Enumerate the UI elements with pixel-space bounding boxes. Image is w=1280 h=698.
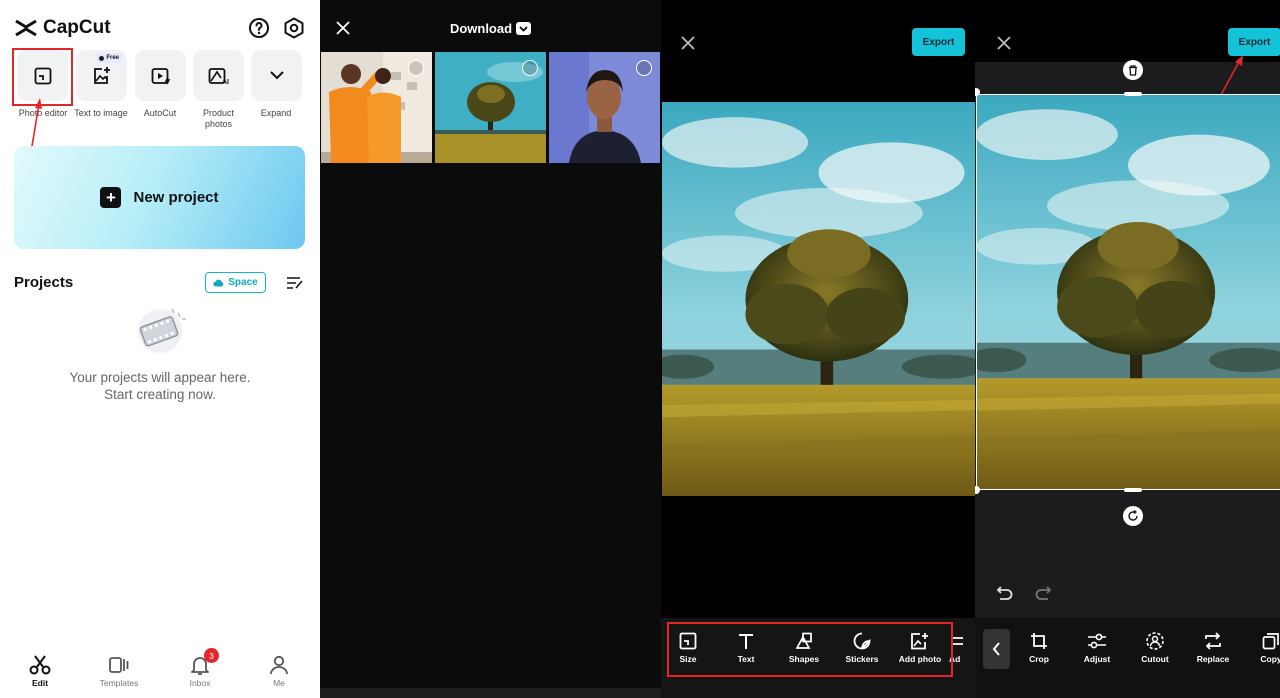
canvas-image[interactable]	[662, 102, 975, 496]
highlight-box	[667, 622, 953, 677]
notification-badge: 3	[204, 648, 219, 663]
select-circle[interactable]	[522, 60, 538, 76]
chevron-left-icon	[992, 642, 1000, 656]
svg-text:AI: AI	[222, 79, 229, 85]
tool-adjust[interactable]: Adjust	[1068, 632, 1126, 664]
tool-copy[interactable]: Copy	[1242, 632, 1280, 664]
space-button[interactable]: Space	[205, 272, 266, 293]
select-circle[interactable]	[636, 60, 652, 76]
text-to-image-icon	[93, 66, 110, 84]
nav-inbox-label: Inbox	[189, 678, 211, 688]
empty-state-line1: Your projects will appear here.	[69, 370, 251, 385]
editor-toolbar: Size Text Shapes Stickers Add photo Ad	[661, 618, 975, 698]
chevron-down-icon	[516, 22, 532, 35]
tool-label-product-photos: Product photos	[202, 108, 235, 129]
nav-templates[interactable]: Templates	[87, 645, 151, 698]
bottom-nav: Edit Templates Inbox 3 Me	[0, 645, 320, 698]
corner-handle-bottom-left[interactable]	[975, 486, 980, 494]
tool-adjust-label: Adjust	[1083, 654, 1111, 664]
replace-icon	[1205, 632, 1221, 650]
cutout-icon	[1146, 632, 1164, 650]
album-selector[interactable]: Download	[320, 21, 661, 36]
scissors-icon	[29, 655, 51, 675]
resize-handle-bottom[interactable]	[1124, 488, 1142, 492]
plus-icon: +	[100, 187, 122, 208]
capcut-logo: CapCut	[14, 17, 111, 39]
crop-toolbar: Crop Adjust Cutout Replace Copy	[975, 618, 1280, 698]
redo-icon[interactable]	[1034, 585, 1052, 601]
photo-thumb-2[interactable]	[435, 52, 546, 163]
crop-editor-panel: Export Crop Adjust Cutout Replace Copy	[975, 0, 1280, 698]
capcut-home-panel: CapCut Free AI Photo editor Text to imag…	[0, 0, 320, 698]
rotate-handle[interactable]	[1123, 506, 1143, 526]
nav-me-label: Me	[273, 678, 285, 688]
nav-templates-label: Templates	[99, 678, 139, 688]
tool-crop[interactable]: Crop	[1010, 632, 1068, 664]
crop-icon	[1031, 633, 1047, 649]
tool-label-autocut: AutoCut	[143, 108, 177, 118]
nav-edit-label: Edit	[31, 678, 49, 688]
photo-thumb-3[interactable]	[549, 52, 660, 163]
empty-state-line2: Start creating now.	[104, 387, 216, 402]
adjust-icon	[1088, 633, 1106, 649]
sort-icon[interactable]	[286, 276, 304, 290]
selection-frame	[976, 94, 1280, 490]
copy-icon	[1262, 633, 1279, 650]
new-project-button[interactable]: + New project	[14, 146, 305, 249]
space-label: Space	[228, 277, 258, 288]
tool-expand[interactable]	[251, 50, 302, 101]
new-project-label: New project	[133, 189, 219, 206]
nav-edit[interactable]: Edit	[8, 645, 72, 698]
nav-me[interactable]: Me	[247, 645, 311, 698]
projects-title: Projects	[14, 274, 74, 291]
product-photos-icon: AI	[208, 67, 229, 85]
autocut-icon	[151, 67, 170, 84]
film-reel-icon	[138, 308, 186, 353]
badge-dot	[99, 55, 105, 61]
app-name: CapCut	[43, 17, 111, 38]
user-icon	[270, 655, 288, 675]
tool-cutout[interactable]: Cutout	[1126, 632, 1184, 664]
undo-icon[interactable]	[996, 585, 1014, 601]
close-icon[interactable]	[681, 36, 695, 50]
bottom-bar	[320, 688, 661, 698]
tool-text-to-image[interactable]: Free	[76, 50, 127, 101]
tool-autocut[interactable]	[135, 50, 186, 101]
select-circle[interactable]	[408, 60, 424, 76]
tool-copy-label: Copy	[1260, 654, 1280, 664]
close-icon[interactable]	[997, 36, 1011, 50]
tool-product-photos[interactable]: AI	[193, 50, 244, 101]
tool-replace[interactable]: Replace	[1184, 632, 1242, 664]
capcut-logo-icon	[15, 19, 37, 37]
cloud-icon	[213, 279, 224, 287]
tool-crop-label: Crop	[1029, 654, 1049, 664]
help-icon[interactable]	[247, 16, 271, 40]
rotate-icon	[1128, 510, 1138, 521]
chevron-down-icon	[269, 71, 284, 80]
tool-replace-label: Replace	[1196, 654, 1230, 664]
trash-icon	[1129, 64, 1137, 76]
delete-handle[interactable]	[1123, 60, 1143, 80]
export-button[interactable]: Export	[1228, 28, 1280, 56]
free-badge: Free	[95, 53, 123, 63]
templates-icon	[109, 657, 129, 673]
free-badge-label: Free	[106, 55, 119, 61]
photo-thumb-1[interactable]	[321, 52, 432, 163]
resize-handle-top[interactable]	[1124, 92, 1142, 96]
album-title: Download	[449, 21, 513, 36]
tool-cutout-label: Cutout	[1141, 654, 1169, 664]
nav-inbox[interactable]: Inbox 3	[168, 645, 232, 698]
photo-editor-panel: Export Size Text Shapes Stickers Add pho…	[661, 0, 975, 698]
settings-icon[interactable]	[282, 16, 306, 40]
tool-label-expand: Expand	[260, 108, 292, 118]
back-button[interactable]	[983, 629, 1010, 669]
export-button[interactable]: Export	[912, 28, 965, 56]
photo-picker-panel: Download	[320, 0, 661, 698]
